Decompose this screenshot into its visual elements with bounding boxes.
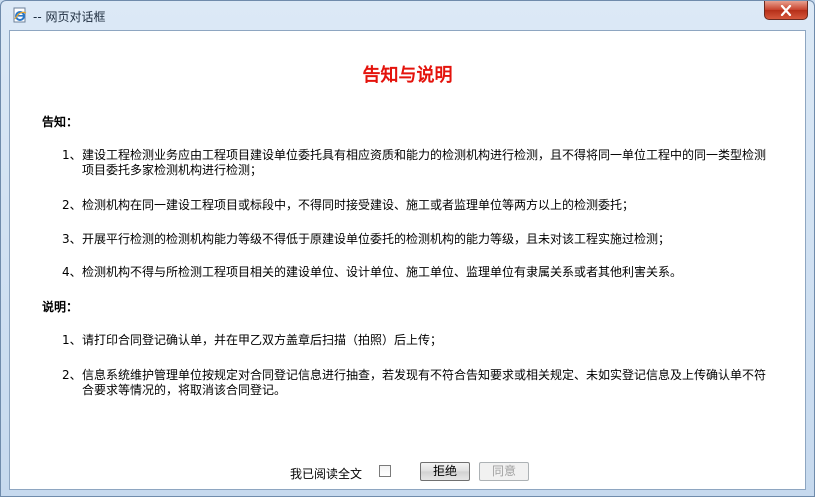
dialog-content: 告知与说明 告知： 1、 建设工程检测业务应由工程项目建设单位委托具有相应资质和… (9, 30, 806, 490)
notice-item-number: 2、 (62, 198, 82, 212)
explanation-item-number: 2、 (62, 368, 82, 382)
notice-item: 4、 检测机构不得与所检测工程项目相关的建设单位、设计单位、施工单位、监理单位有… (62, 265, 777, 280)
title-bar[interactable]: -- 网页对话框 (1, 1, 814, 29)
notice-item-text: 建设工程检测业务应由工程项目建设单位委托具有相应资质和能力的检测机构进行检测，且… (82, 148, 767, 177)
notice-title: 告知： (42, 115, 79, 129)
explanation-item-number: 1、 (62, 333, 82, 347)
notice-item: 3、 开展平行检测的检测机构能力等级不得低于原建设单位委托的检测机构的能力等级，… (62, 232, 777, 247)
dialog-heading: 告知与说明 (362, 65, 453, 86)
ie-page-icon (12, 7, 28, 23)
notice-item: 2、 检测机构在同一建设工程项目或标段中，不得同时接受建设、施工或者监理单位等两… (62, 198, 777, 213)
explanation-item-text: 请打印合同登记确认单，并在甲乙双方盖章后扫描（拍照）后上传； (82, 333, 443, 347)
reject-button[interactable]: 拒绝 (420, 462, 470, 481)
notice-item-text: 检测机构在同一建设工程项目或标段中，不得同时接受建设、施工或者监理单位等两方以上… (82, 198, 635, 212)
read-all-label[interactable]: 我已阅读全文 (290, 465, 362, 482)
close-x-icon (780, 4, 792, 16)
notice-item-text: 开展平行检测的检测机构能力等级不得低于原建设单位委托的检测机构的能力等级，且未对… (82, 232, 671, 246)
explanation-item: 2、 信息系统维护管理单位按规定对合同登记信息进行抽查，若发现有不符合告知要求或… (62, 368, 777, 398)
read-all-checkbox[interactable] (379, 465, 391, 477)
close-button[interactable] (764, 1, 808, 20)
notice-item: 1、 建设工程检测业务应由工程项目建设单位委托具有相应资质和能力的检测机构进行检… (62, 148, 777, 178)
explanation-item-text: 信息系统维护管理单位按规定对合同登记信息进行抽查，若发现有不符合告知要求或相关规… (82, 368, 767, 397)
notice-item-text: 检测机构不得与所检测工程项目相关的建设单位、设计单位、施工单位、监理单位有隶属关… (82, 265, 683, 279)
notice-item-number: 3、 (62, 232, 82, 246)
agree-button[interactable]: 同意 (479, 462, 529, 481)
window-title: -- 网页对话框 (33, 10, 106, 24)
notice-item-number: 4、 (62, 265, 82, 279)
dialog-window: -- 网页对话框 告知与说明 告知： 1、 建设工程检测业务应由工程项目建设单位… (0, 0, 815, 497)
notice-item-number: 1、 (62, 148, 82, 162)
explanation-title: 说明： (42, 300, 79, 314)
explanation-item: 1、 请打印合同登记确认单，并在甲乙双方盖章后扫描（拍照）后上传； (62, 333, 777, 348)
dialog-footer: 我已阅读全文 拒绝 同意 (10, 461, 805, 483)
